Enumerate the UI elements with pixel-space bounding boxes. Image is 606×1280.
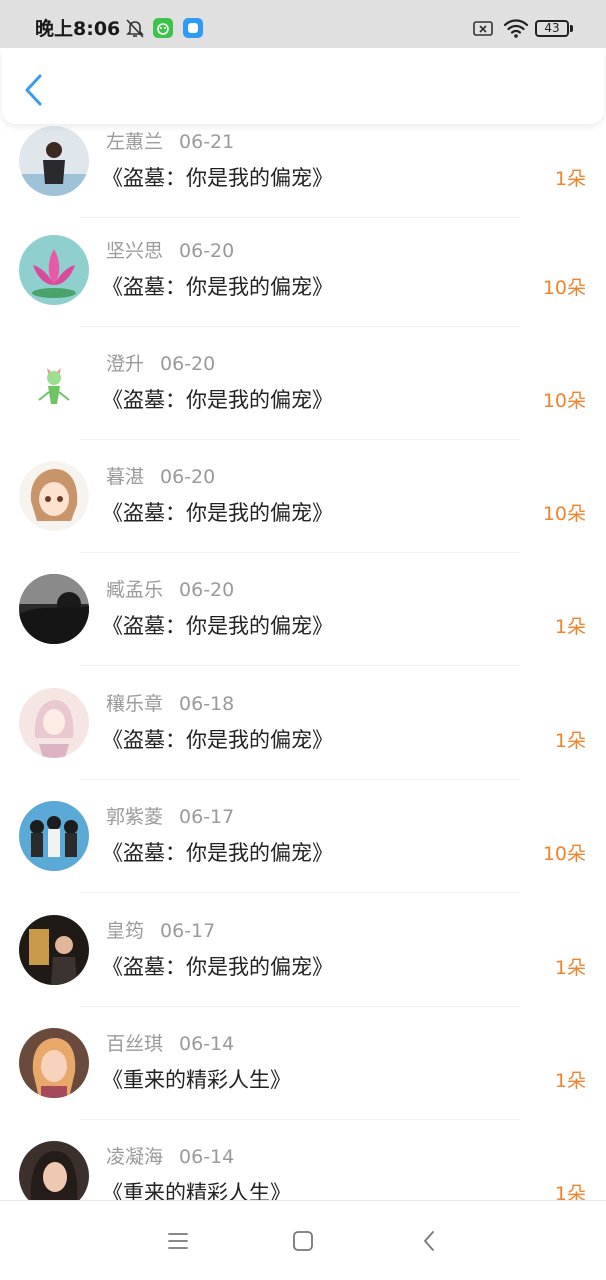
avatar: [19, 1141, 89, 1200]
book-title: 《盗墓：你是我的偏宠》: [102, 614, 333, 638]
user-name: 暮湛: [106, 466, 145, 488]
status-bar: 晚上8:06 43: [0, 0, 606, 48]
bell-off-icon: [126, 19, 144, 38]
date: 06-17: [179, 806, 235, 828]
user-name: 澄升: [106, 353, 145, 375]
book-title: 《盗墓：你是我的偏宠》: [102, 728, 333, 752]
user-name: 坚兴思: [106, 240, 164, 262]
user-name: 臧孟乐: [106, 579, 164, 601]
user-name: 凌凝海: [106, 1146, 164, 1168]
user-name: 皇筠: [106, 920, 145, 942]
book-title: 《盗墓：你是我的偏宠》: [102, 841, 333, 865]
sim-off-icon: [473, 21, 493, 36]
page: 晚上8:06 43 左蕙兰 06-21 《盗墓：你是我的偏宠》 1朵 坚兴思 0…: [0, 0, 606, 1280]
avatar: [19, 574, 89, 644]
user-name: 穰乐章: [106, 693, 164, 715]
list-item[interactable]: 坚兴思 06-20 《盗墓：你是我的偏宠》 10朵: [0, 214, 606, 327]
home-square-icon[interactable]: [291, 1229, 315, 1253]
book-title: 《盗墓：你是我的偏宠》: [102, 275, 333, 299]
list-item[interactable]: 郭紫菱 06-17 《盗墓：你是我的偏宠》 10朵: [0, 780, 606, 893]
date: 06-20: [160, 466, 216, 488]
list-item[interactable]: 臧孟乐 06-20 《盗墓：你是我的偏宠》 1朵: [0, 553, 606, 666]
list-item[interactable]: 穰乐章 06-18 《盗墓：你是我的偏宠》 1朵: [0, 667, 606, 780]
date: 06-14: [179, 1033, 235, 1055]
avatar: [19, 348, 89, 418]
book-title: 《重来的精彩人生》: [102, 1068, 291, 1092]
wifi-icon: [503, 19, 529, 38]
amount: 10朵: [542, 390, 586, 412]
user-name: 百丝琪: [106, 1033, 164, 1055]
avatar: [19, 1028, 89, 1098]
system-nav-bar: [0, 1200, 606, 1280]
amount: 1朵: [554, 1070, 586, 1092]
user-name: 左蕙兰: [106, 131, 164, 153]
reward-list: 左蕙兰 06-21 《盗墓：你是我的偏宠》 1朵 坚兴思 06-20 《盗墓：你是我…: [0, 0, 606, 1200]
book-title: 《重来的精彩人生》: [102, 1181, 291, 1200]
avatar: [19, 126, 89, 196]
date: 06-17: [160, 920, 216, 942]
green-app-icon: [153, 18, 173, 38]
amount: 1朵: [554, 1183, 586, 1200]
back-triangle-icon[interactable]: [418, 1229, 442, 1253]
avatar: [19, 235, 89, 305]
divider: [80, 665, 520, 666]
date: 06-18: [179, 693, 235, 715]
book-title: 《盗墓：你是我的偏宠》: [102, 388, 333, 412]
date: 06-21: [179, 131, 235, 153]
amount: 1朵: [554, 616, 586, 638]
book-title: 《盗墓：你是我的偏宠》: [102, 166, 333, 190]
battery-icon: 43: [535, 20, 573, 37]
book-title: 《盗墓：你是我的偏宠》: [102, 955, 333, 979]
user-name: 郭紫菱: [106, 806, 164, 828]
list-item[interactable]: 澄升 06-20 《盗墓：你是我的偏宠》 10朵: [0, 327, 606, 440]
date: 06-20: [179, 240, 235, 262]
list-item[interactable]: 暮湛 06-20 《盗墓：你是我的偏宠》 10朵: [0, 440, 606, 553]
chevron-left-icon[interactable]: [20, 72, 48, 108]
list-item[interactable]: 百丝琪 06-14 《重来的精彩人生》 1朵: [0, 1007, 606, 1120]
nav-header: [2, 48, 604, 124]
status-time: 晚上8:06: [35, 18, 121, 40]
amount: 1朵: [554, 957, 586, 979]
list-item[interactable]: 凌凝海 06-14 《重来的精彩人生》 1朵: [0, 1120, 606, 1200]
avatar: [19, 915, 89, 985]
avatar: [19, 461, 89, 531]
list-item[interactable]: 皇筠 06-17 《盗墓：你是我的偏宠》 1朵: [0, 894, 606, 1007]
menu-icon[interactable]: [166, 1229, 190, 1253]
amount: 10朵: [542, 843, 586, 865]
date: 06-20: [179, 579, 235, 601]
book-title: 《盗墓：你是我的偏宠》: [102, 501, 333, 525]
divider: [80, 892, 520, 893]
date: 06-14: [179, 1146, 235, 1168]
avatar: [19, 801, 89, 871]
amount: 10朵: [542, 277, 586, 299]
amount: 1朵: [554, 730, 586, 752]
amount: 1朵: [554, 168, 586, 190]
date: 06-20: [160, 353, 216, 375]
amount: 10朵: [542, 503, 586, 525]
avatar: [19, 688, 89, 758]
blue-app-icon: [183, 18, 203, 38]
